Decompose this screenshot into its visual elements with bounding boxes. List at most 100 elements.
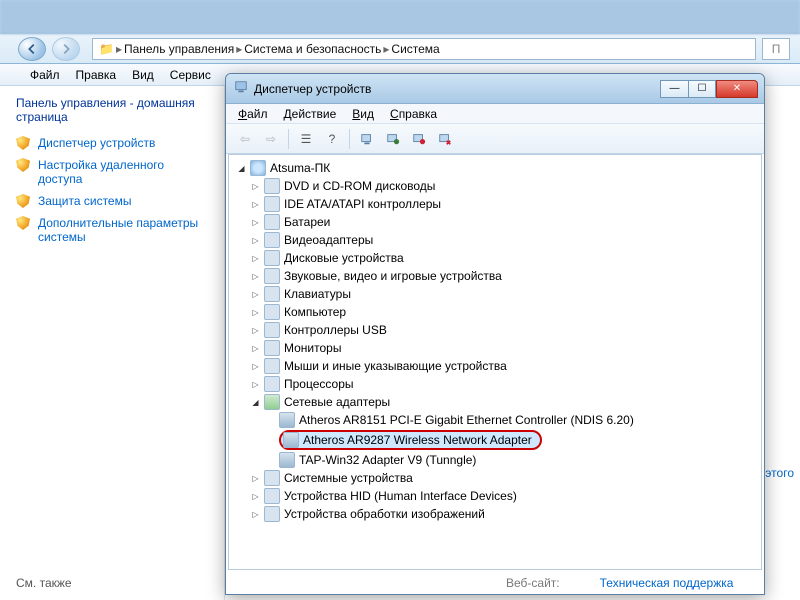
tree-twisty[interactable] bbox=[251, 510, 260, 519]
tree-twisty[interactable] bbox=[251, 290, 260, 299]
tree-category[interactable]: Мониторы bbox=[251, 339, 757, 357]
tree-category[interactable]: Устройства HID (Human Interface Devices) bbox=[251, 487, 757, 505]
tree-category[interactable]: Батареи bbox=[251, 213, 757, 231]
menu-view[interactable]: Вид bbox=[132, 68, 154, 82]
close-button[interactable]: ✕ bbox=[716, 80, 758, 98]
sidebar-item-advanced[interactable]: Дополнительные параметры системы bbox=[16, 216, 208, 244]
tree-category[interactable]: Мыши и иные указывающие устройства bbox=[251, 357, 757, 375]
toolbar-disable-button[interactable] bbox=[408, 128, 430, 150]
tree-category[interactable]: Клавиатуры bbox=[251, 285, 757, 303]
status-link[interactable]: Техническая поддержка bbox=[600, 576, 734, 590]
sidebar-item-label: Настройка удаленного доступа bbox=[38, 158, 208, 186]
tree-category[interactable]: Компьютер bbox=[251, 303, 757, 321]
sidebar-item-device-manager[interactable]: Диспетчер устройств bbox=[16, 136, 208, 150]
device-category-icon bbox=[264, 506, 280, 522]
minimize-button[interactable]: — bbox=[660, 80, 688, 98]
devmgr-menu-action[interactable]: ДействиеДействие bbox=[284, 107, 337, 121]
tree-category[interactable]: Контроллеры USB bbox=[251, 321, 757, 339]
device-category-icon bbox=[264, 214, 280, 230]
tree-twisty[interactable] bbox=[251, 474, 260, 483]
tree-root[interactable]: Atsuma-ПК bbox=[237, 159, 757, 177]
tree-twisty[interactable] bbox=[251, 200, 260, 209]
toolbar-update-button[interactable] bbox=[382, 128, 404, 150]
tree-category-label: Клавиатуры bbox=[284, 287, 351, 301]
toolbar-forward-button[interactable]: ⇨ bbox=[260, 128, 282, 150]
sidebar-item-protection[interactable]: Защита системы bbox=[16, 194, 208, 208]
menu-service[interactable]: Сервис bbox=[170, 68, 211, 82]
tree-twisty[interactable] bbox=[251, 218, 260, 227]
tree-root-label: Atsuma-ПК bbox=[270, 161, 330, 175]
tree-twisty[interactable] bbox=[251, 254, 260, 263]
tree-category-network[interactable]: Сетевые адаптеры bbox=[251, 393, 757, 411]
breadcrumb-item[interactable]: Панель управления bbox=[124, 42, 234, 56]
breadcrumb-item[interactable]: Система и безопасность bbox=[244, 42, 381, 56]
tree-twisty[interactable] bbox=[251, 326, 260, 335]
device-disable-icon bbox=[412, 132, 426, 146]
tree-twisty[interactable] bbox=[251, 344, 260, 353]
breadcrumb-item[interactable]: Система bbox=[391, 42, 439, 56]
device-category-icon bbox=[264, 286, 280, 302]
shield-icon bbox=[16, 194, 30, 208]
breadcrumb[interactable]: 📁 ▸ Панель управления ▸ Система и безопа… bbox=[92, 38, 756, 60]
toolbar-help-button[interactable]: ? bbox=[321, 128, 343, 150]
search-input[interactable]: П bbox=[762, 38, 790, 60]
tree-twisty[interactable] bbox=[251, 308, 260, 317]
tree-category[interactable]: Процессоры bbox=[251, 375, 757, 393]
tree-twisty[interactable] bbox=[251, 236, 260, 245]
tree-category-label: Компьютер bbox=[284, 305, 346, 319]
devmgr-menu-file[interactable]: ФФайлайл bbox=[238, 107, 268, 121]
nic-icon bbox=[279, 412, 295, 428]
device-category-icon bbox=[264, 376, 280, 392]
nav-back-button[interactable] bbox=[18, 37, 46, 61]
tree-device-selected[interactable]: Atheros AR9287 Wireless Network Adapter bbox=[279, 429, 757, 451]
tree-category-label: Видеоадаптеры bbox=[284, 233, 373, 247]
device-category-icon bbox=[264, 322, 280, 338]
shield-icon bbox=[16, 158, 30, 172]
devmgr-toolbar: ⇦ ⇨ ☰ ? bbox=[226, 124, 764, 154]
nav-forward-button[interactable] bbox=[52, 37, 80, 61]
tree-device[interactable]: TAP-Win32 Adapter V9 (Tunngle) bbox=[279, 451, 757, 469]
toolbar-properties-button[interactable]: ☰ bbox=[295, 128, 317, 150]
tree-twisty[interactable] bbox=[251, 398, 260, 407]
toolbar-scan-button[interactable] bbox=[356, 128, 378, 150]
tree-category[interactable]: DVD и CD-ROM дисководы bbox=[251, 177, 757, 195]
status-label: Веб-сайт: bbox=[506, 576, 560, 590]
tree-category[interactable]: Звуковые, видео и игровые устройства bbox=[251, 267, 757, 285]
menu-edit[interactable]: Правка bbox=[76, 68, 117, 82]
cp-heading[interactable]: Панель управления - домашняя страница bbox=[16, 96, 208, 124]
tree-category[interactable]: IDE ATA/ATAPI контроллеры bbox=[251, 195, 757, 213]
tree-category-label: IDE ATA/ATAPI контроллеры bbox=[284, 197, 441, 211]
devmgr-title-bar[interactable]: Диспетчер устройств — ☐ ✕ bbox=[226, 74, 764, 104]
device-tree[interactable]: Atsuma-ПК DVD и CD-ROM дисководы IDE ATA/… bbox=[228, 154, 762, 570]
device-category-icon bbox=[264, 340, 280, 356]
device-update-icon bbox=[386, 132, 400, 146]
device-category-icon bbox=[264, 488, 280, 504]
tree-twisty[interactable] bbox=[237, 164, 246, 173]
tree-twisty[interactable] bbox=[251, 272, 260, 281]
tree-category[interactable]: Устройства обработки изображений bbox=[251, 505, 757, 523]
toolbar-back-button[interactable]: ⇦ bbox=[234, 128, 256, 150]
tree-category[interactable]: Системные устройства bbox=[251, 469, 757, 487]
devmgr-menu-help[interactable]: СправкаСправка bbox=[390, 107, 437, 121]
toolbar-uninstall-button[interactable] bbox=[434, 128, 456, 150]
tree-twisty[interactable] bbox=[251, 362, 260, 371]
tree-category-label: Процессоры bbox=[284, 377, 354, 391]
tree-device[interactable]: Atheros AR8151 PCI-E Gigabit Ethernet Co… bbox=[279, 411, 757, 429]
sidebar-item-label: Диспетчер устройств bbox=[38, 136, 155, 150]
device-category-icon bbox=[264, 250, 280, 266]
tree-category[interactable]: Видеоадаптеры bbox=[251, 231, 757, 249]
control-panel-sidebar: Панель управления - домашняя страница Ди… bbox=[0, 86, 225, 600]
tree-twisty[interactable] bbox=[251, 492, 260, 501]
tree-twisty[interactable] bbox=[251, 182, 260, 191]
tree-category[interactable]: Дисковые устройства bbox=[251, 249, 757, 267]
tree-category-label: Звуковые, видео и игровые устройства bbox=[284, 269, 502, 283]
devmgr-menu-view[interactable]: ВидВид bbox=[352, 107, 374, 121]
tree-twisty[interactable] bbox=[251, 380, 260, 389]
toolbar-separator bbox=[288, 129, 289, 149]
tree-device-label: Atheros AR8151 PCI-E Gigabit Ethernet Co… bbox=[299, 413, 634, 427]
sidebar-item-remote[interactable]: Настройка удаленного доступа bbox=[16, 158, 208, 186]
device-category-icon bbox=[264, 196, 280, 212]
device-uninstall-icon bbox=[438, 132, 452, 146]
menu-file[interactable]: Файл bbox=[30, 68, 60, 82]
maximize-button[interactable]: ☐ bbox=[688, 80, 716, 98]
